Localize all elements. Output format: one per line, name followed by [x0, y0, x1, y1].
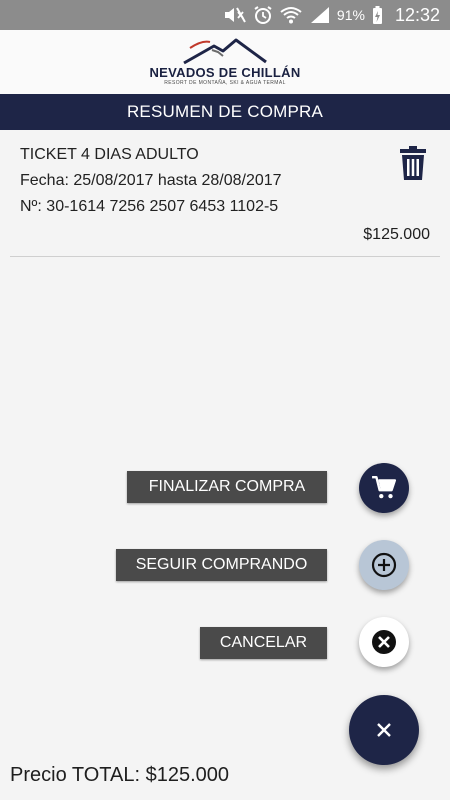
logo-subtitle: RESORT DE MONTAÑA, SKI & AGUA TERMAL — [164, 80, 286, 86]
battery-percentage: 91% — [336, 7, 365, 23]
page-title: RESUMEN DE COMPRA — [0, 94, 450, 130]
ticket-number: Nº: 30-1614 7256 2507 6453 1102-5 — [20, 198, 279, 215]
divider — [10, 256, 440, 257]
continue-shopping-button[interactable] — [359, 540, 409, 590]
status-icons: 91% 12:32 — [223, 0, 440, 30]
add-circle-icon — [371, 552, 397, 578]
cancel-button[interactable] — [359, 617, 409, 667]
mute-icon — [224, 7, 246, 23]
ticket-item: TICKET 4 DIAS ADULTO Fecha: 25/08/2017 h… — [0, 130, 450, 258]
logo-title: NEVADOS DE CHILLÁN — [149, 65, 301, 80]
finalize-purchase-label[interactable]: FINALIZAR COMPRA — [127, 471, 327, 503]
wifi-icon — [280, 7, 302, 24]
close-icon — [377, 723, 391, 737]
battery-charging-icon — [372, 6, 382, 24]
ticket-dates: Fecha: 25/08/2017 hasta 28/08/2017 — [20, 172, 282, 189]
ticket-price: $125.000 — [363, 226, 430, 243]
continue-shopping-label[interactable]: SEGUIR COMPRANDO — [116, 549, 327, 581]
delete-ticket-trash-icon[interactable] — [400, 146, 426, 180]
total-price: Precio TOTAL: $125.000 — [10, 764, 230, 786]
signal-icon — [310, 7, 329, 23]
mountain-logo-icon — [183, 38, 267, 65]
finalize-purchase-button[interactable] — [359, 463, 409, 513]
cancel-label[interactable]: CANCELAR — [200, 627, 327, 659]
shopping-cart-icon — [372, 475, 397, 499]
cancel-circle-icon — [372, 630, 396, 654]
clock: 12:32 — [394, 4, 440, 25]
logo-header: NEVADOS DE CHILLÁN RESORT DE MONTAÑA, SK… — [0, 30, 450, 94]
ticket-name: TICKET 4 DIAS ADULTO — [20, 146, 199, 163]
alarm-icon — [254, 6, 272, 24]
close-menu-button[interactable] — [349, 695, 419, 765]
status-bar: 91% 12:32 — [0, 0, 450, 30]
